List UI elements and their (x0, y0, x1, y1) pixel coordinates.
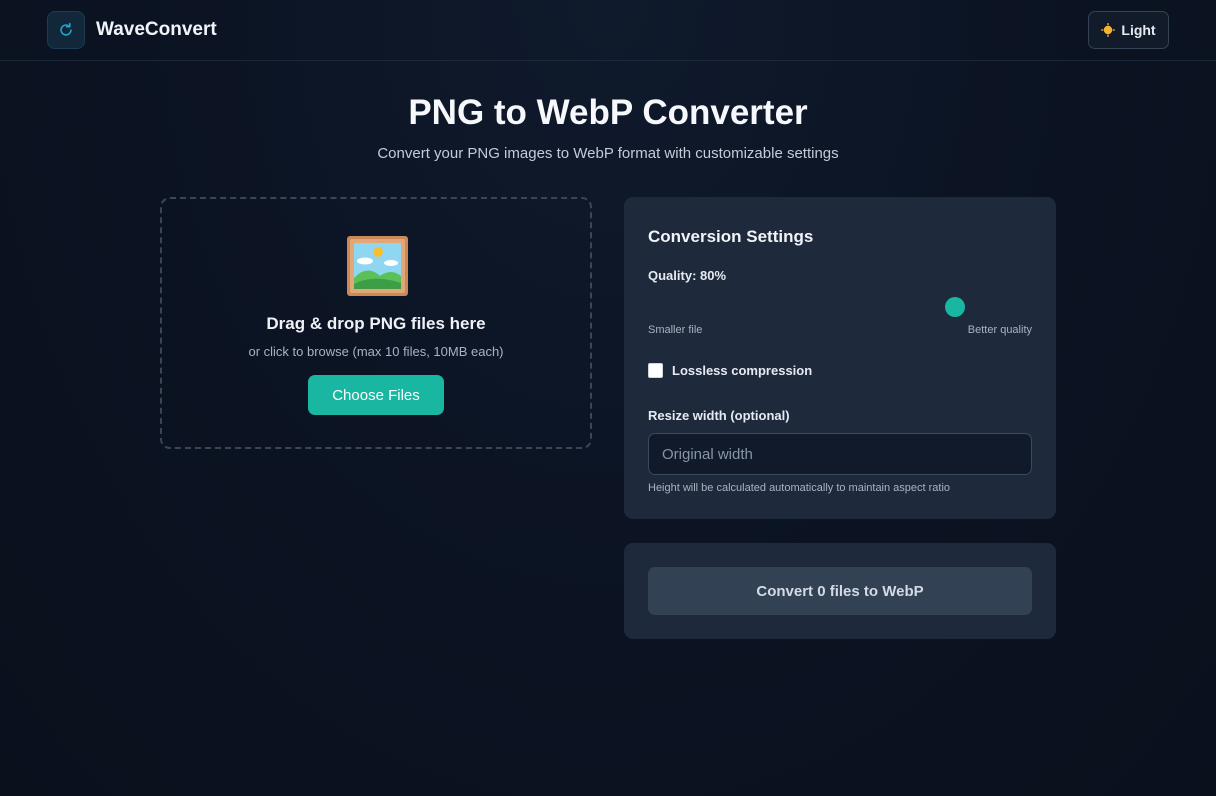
resize-width-label: Resize width (optional) (648, 408, 790, 423)
refresh-icon (47, 11, 85, 49)
resize-width-input[interactable] (648, 433, 1032, 475)
theme-toggle-button[interactable]: Light (1088, 11, 1169, 49)
file-dropzone[interactable]: Drag & drop PNG files here or click to b… (160, 197, 592, 449)
brand-name: WaveConvert (96, 19, 217, 40)
convert-button[interactable]: Convert 0 files to WebP (648, 567, 1032, 615)
lossless-option[interactable]: Lossless compression (648, 363, 812, 378)
lossless-label: Lossless compression (672, 363, 813, 378)
page-title: PNG to WebP Converter (408, 93, 808, 132)
resize-help-text: Height will be calculated automatically … (648, 482, 951, 494)
choose-files-button[interactable]: Choose Files (308, 375, 444, 415)
sun-icon (1101, 23, 1116, 37)
dropzone-title: Drag & drop PNG files here (266, 314, 486, 333)
slider-max-label: Better quality (967, 324, 1032, 336)
theme-toggle-label: Light (1121, 22, 1156, 38)
page-subtitle: Convert your PNG images to WebP format w… (377, 145, 839, 162)
dropzone-subtitle: or click to browse (max 10 files, 10MB e… (248, 344, 504, 359)
convert-panel: Convert 0 files to WebP (624, 543, 1056, 639)
lossless-checkbox[interactable] (648, 363, 663, 378)
framed-picture-icon (347, 236, 408, 296)
conversion-settings-panel: Conversion Settings Quality: 80% Smaller… (624, 197, 1056, 519)
quality-slider-thumb[interactable] (945, 297, 966, 317)
settings-title: Conversion Settings (648, 227, 814, 246)
app-header: WaveConvert Light (0, 0, 1216, 61)
slider-min-label: Smaller file (648, 324, 703, 336)
quality-slider[interactable] (648, 297, 1032, 317)
quality-label: Quality: 80% (648, 268, 727, 283)
